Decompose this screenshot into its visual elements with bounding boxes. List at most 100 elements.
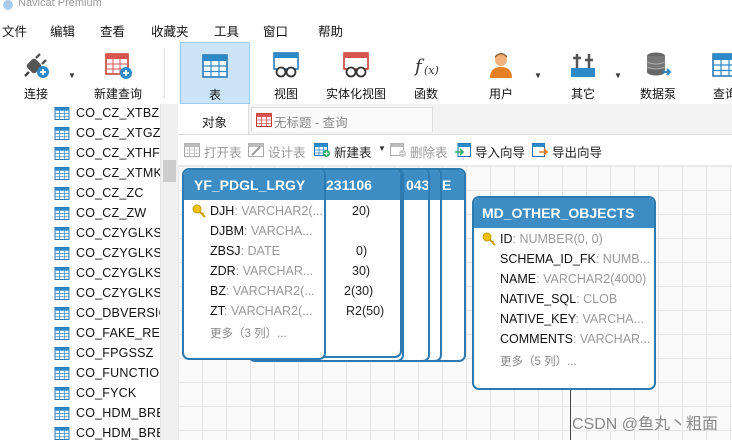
tree-item-table[interactable]: CO_HDM_BRB xyxy=(54,404,160,424)
menu-help[interactable]: 帮助 xyxy=(318,21,343,40)
query-button[interactable]: 查询 xyxy=(700,42,732,104)
tools-icon xyxy=(571,54,595,77)
menu-window[interactable]: 窗口 xyxy=(263,21,288,40)
design-table-button[interactable]: 设计表 xyxy=(248,141,310,161)
field-row[interactable]: DJH: VARCHAR2(... xyxy=(210,204,323,218)
delete-table-button[interactable]: 删除表 xyxy=(390,141,452,161)
query-tab-icon xyxy=(256,113,272,127)
open-table-icon xyxy=(184,143,200,157)
table-icon xyxy=(54,307,70,320)
tree-item-table[interactable]: CO_DBVERSIC xyxy=(54,304,160,324)
table-icon xyxy=(54,167,70,180)
tree-item-table[interactable]: CO_CZ_XTHF xyxy=(54,144,160,164)
tree-item-table[interactable]: CO_CZ_ZC xyxy=(54,184,160,204)
tree-item-label: CO_CZ_XTHF xyxy=(76,146,160,160)
field-row[interactable]: COMMENTS: VARCHAR... xyxy=(500,332,650,346)
scrollbar-thumb[interactable] xyxy=(163,160,176,182)
tree-item-table[interactable]: CO_FUNCTION xyxy=(54,364,160,384)
tree-item-table[interactable]: CO_HDM_BRB xyxy=(54,424,160,440)
menu-file[interactable]: 文件 xyxy=(2,21,27,40)
more-columns-link[interactable]: 更多（3 列）... xyxy=(210,325,287,341)
main-toolbar: 连接 ▼ 新建查询 表 视图 实体化视图 f (x) 函数 用户 ▼ 其它 ▼ … xyxy=(0,42,732,105)
field-row[interactable]: NATIVE_SQL: CLOB xyxy=(500,292,617,306)
tab-objects[interactable]: 对象 xyxy=(178,104,249,134)
er-diagram-canvas[interactable]: E02 043 231106 20) 0) 30) 2(30) R2(50) Y… xyxy=(178,166,732,440)
new-query-icon xyxy=(105,53,132,79)
table-icon xyxy=(54,147,70,160)
connect-button[interactable]: 连接 xyxy=(6,42,66,104)
tree-item-label: CO_HDM_BRB xyxy=(76,426,160,440)
tree-item-table[interactable]: CO_CZ_ZW xyxy=(54,204,160,224)
user-icon xyxy=(490,53,512,78)
field-row[interactable]: BZ: VARCHAR2(... xyxy=(210,284,315,298)
tree-item-label: CO_CZ_XTGZ xyxy=(76,126,160,140)
materialized-view-button[interactable]: 实体化视图 xyxy=(318,42,394,104)
new-query-button[interactable]: 新建查询 xyxy=(82,42,154,104)
field-row[interactable]: DJBM: VARCHA... xyxy=(210,224,313,238)
table-icon xyxy=(54,247,70,260)
menu-tools[interactable]: 工具 xyxy=(214,21,239,40)
object-toolbar: 打开表 设计表 新建表 ▼ 删除表 导入向导 导出向导 xyxy=(178,135,732,166)
tab-untitled-query[interactable]: 无标题 - 查询 xyxy=(251,107,433,132)
object-tree[interactable]: CO_CZ_XTBZD CO_CZ_XTGZ CO_CZ_XTHF CO_CZ_XTM… xyxy=(0,104,160,440)
table-icon xyxy=(54,287,70,300)
table-icon xyxy=(54,267,70,280)
watermark: CSDN @鱼丸丶粗面 xyxy=(571,416,718,433)
other-dropdown-icon[interactable]: ▼ xyxy=(614,71,622,80)
tree-item-table[interactable]: CO_CZYGLKS xyxy=(54,224,160,244)
field-row[interactable]: ZDR: VARCHAR... xyxy=(210,264,313,278)
field-row[interactable]: SCHEMA_ID_FK: NUMB... xyxy=(500,252,650,266)
tree-item-label: CO_FYCK xyxy=(76,386,137,400)
export-wizard-button[interactable]: 导出向导 xyxy=(532,141,606,161)
new-table-dropdown-icon[interactable]: ▼ xyxy=(378,144,386,153)
field-row[interactable]: ID: NUMBER(0, 0) xyxy=(500,232,603,246)
table-icon xyxy=(54,207,70,220)
tree-item-table[interactable]: CO_CZYGLKS2 xyxy=(54,284,160,304)
menu-view[interactable]: 查看 xyxy=(100,21,125,40)
tree-item-label: CO_CZYGLKS2 xyxy=(76,286,160,300)
tree-scrollbar[interactable] xyxy=(160,104,179,440)
user-dropdown-icon[interactable]: ▼ xyxy=(534,71,542,80)
function-button[interactable]: f (x) 函数 xyxy=(398,42,454,104)
database-icon xyxy=(646,52,672,76)
table-button[interactable]: 表 xyxy=(180,42,250,104)
tree-item-label: CO_CZYGLKS2 xyxy=(76,266,160,280)
field-row[interactable]: NATIVE_KEY: VARCHA... xyxy=(500,312,644,326)
other-button[interactable]: 其它 xyxy=(554,42,612,104)
tree-item-table[interactable]: CO_CZYGLKS2 xyxy=(54,264,160,284)
entity-card-yf-pdgl-lrgy[interactable]: YF_PDGL_LRGY DJH: VARCHAR2(... DJBM: VAR… xyxy=(182,168,326,360)
function-icon: f (x) xyxy=(413,56,439,77)
relation-line xyxy=(570,390,571,440)
svg-text:(x): (x) xyxy=(424,64,439,77)
tree-item-table[interactable]: CO_CZ_XTGZ xyxy=(54,124,160,144)
export-icon xyxy=(532,143,548,157)
table-icon xyxy=(54,187,70,200)
open-table-button[interactable]: 打开表 xyxy=(184,141,244,161)
field-row[interactable]: ZT: VARCHAR2(... xyxy=(210,304,313,318)
tree-item-table[interactable]: CO_CZ_XTMK xyxy=(54,164,160,184)
more-columns-link[interactable]: 更多（5 列）... xyxy=(500,353,577,369)
entity-card-md-other-objects[interactable]: MD_OTHER_OBJECTS ID: NUMBER(0, 0) SCHEMA… xyxy=(472,196,656,390)
tree-item-table[interactable]: CO_CZYGLKS_I xyxy=(54,244,160,264)
tree-item-table[interactable]: CO_CZ_XTBZD xyxy=(54,104,160,124)
import-wizard-button[interactable]: 导入向导 xyxy=(455,141,529,161)
user-button[interactable]: 用户 xyxy=(472,42,530,104)
tree-item-label: CO_DBVERSIC xyxy=(76,306,160,320)
table-icon xyxy=(54,427,70,440)
menu-favorites[interactable]: 收藏夹 xyxy=(151,21,189,40)
entity-title: YF_PDGL_LRGY xyxy=(184,170,324,200)
data-pump-button[interactable]: 数据泵 xyxy=(630,42,686,104)
delete-table-icon xyxy=(390,143,406,157)
tree-item-label: CO_CZ_ZC xyxy=(76,186,144,200)
field-row[interactable]: ZBSJ: DATE xyxy=(210,244,280,258)
tree-item-table[interactable]: CO_FPGSSZ xyxy=(54,344,160,364)
field-row[interactable]: NAME: VARCHAR2(4000) xyxy=(500,272,646,286)
tree-item-table[interactable]: CO_FYCK xyxy=(54,384,160,404)
menu-bar: 文件 编辑 查看 收藏夹 工具 窗口 帮助 xyxy=(0,16,732,42)
tree-item-table[interactable]: CO_FAKE_RED xyxy=(54,324,160,344)
connect-dropdown-icon[interactable]: ▼ xyxy=(68,71,76,80)
menu-edit[interactable]: 编辑 xyxy=(50,21,75,40)
new-table-button[interactable]: 新建表 xyxy=(314,141,378,161)
design-table-icon xyxy=(248,143,264,157)
view-button[interactable]: 视图 xyxy=(256,42,316,104)
